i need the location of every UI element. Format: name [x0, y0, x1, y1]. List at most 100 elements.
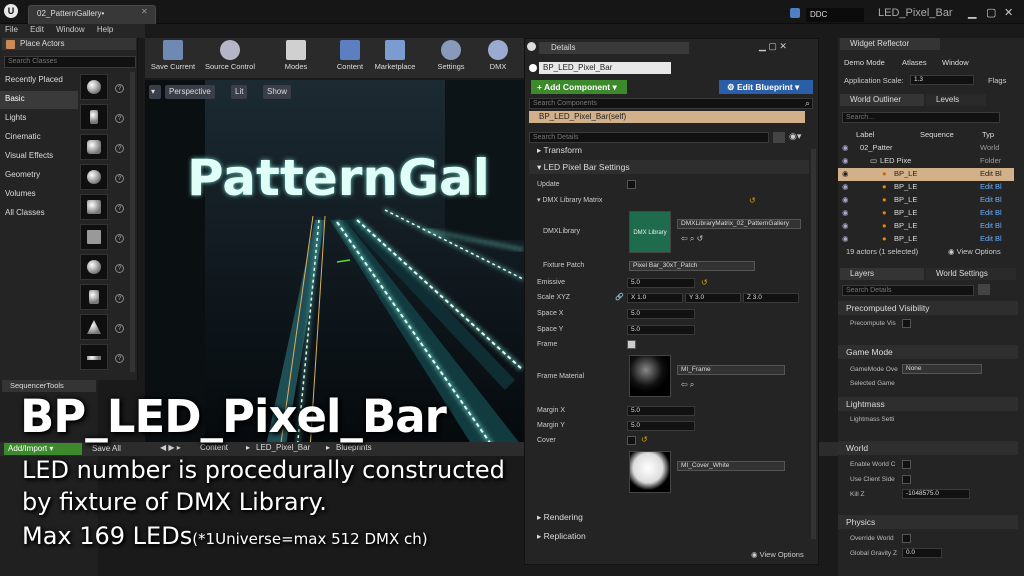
breadcrumb-content[interactable]: Content — [200, 443, 228, 452]
space-x-field[interactable]: 5.0 — [627, 309, 695, 319]
dmx-button[interactable]: DMX — [483, 40, 513, 76]
settings-button[interactable]: Settings — [431, 40, 471, 76]
use-client-side-checkbox[interactable] — [902, 475, 911, 484]
help-icon[interactable]: ? — [115, 174, 124, 183]
browse-icon[interactable]: ⇦ ⌕ — [681, 380, 694, 390]
help-icon[interactable]: ? — [115, 264, 124, 273]
scrollbar[interactable] — [811, 149, 816, 539]
col-label[interactable]: Label — [856, 130, 874, 139]
frame-material-thumbnail[interactable] — [629, 355, 671, 397]
override-world-checkbox[interactable] — [902, 534, 911, 543]
cover-checkbox[interactable] — [627, 436, 636, 445]
game-mode-section[interactable]: Game Mode — [838, 345, 1018, 359]
details-tab[interactable]: Details — [539, 42, 689, 54]
frame-checkbox[interactable] — [627, 340, 636, 349]
cover-material-picker[interactable]: MI_Cover_White — [677, 461, 785, 471]
category-basic[interactable]: Basic — [0, 91, 78, 109]
asset-thumbnail[interactable] — [80, 284, 108, 310]
save-all-button[interactable]: Save All — [88, 443, 138, 455]
viewport-options-icon[interactable]: ▾ — [149, 85, 161, 99]
emissive-field[interactable]: 5.0 — [627, 278, 695, 288]
edit-blueprint-button[interactable]: ⚙ Edit Blueprint ▾ — [719, 80, 813, 94]
self-component-row[interactable]: BP_LED_Pixel_Bar(self) — [529, 111, 805, 123]
add-component-button[interactable]: + Add Component ▾ — [531, 80, 627, 94]
outliner-row[interactable]: ◉ ▭ LED Pixe Folder — [838, 155, 1014, 168]
window-button[interactable]: Window — [942, 58, 969, 67]
category-all-classes[interactable]: All Classes — [0, 205, 78, 223]
back-forward-icon[interactable]: ◀ ▶ ▸ — [160, 443, 181, 452]
close-tab-icon[interactable]: ✕ — [141, 7, 148, 16]
precomputed-visibility-section[interactable]: Precomputed Visibility — [838, 301, 1018, 315]
grid-view-icon[interactable] — [978, 284, 990, 295]
asset-thumbnail[interactable] — [80, 254, 108, 280]
view-options-button[interactable]: ◉ View Options — [751, 550, 804, 559]
help-icon[interactable]: ? — [115, 204, 124, 213]
outliner-row[interactable]: ◉ 02_Patter World — [838, 142, 1014, 155]
outliner-row[interactable]: ◉ ● BP_LE Edit Bl — [838, 181, 1014, 194]
help-icon[interactable]: ? — [115, 354, 124, 363]
outliner-row[interactable]: ◉ ● BP_LE Edit Bl — [838, 207, 1014, 220]
modes-button[interactable]: Modes — [273, 40, 319, 76]
replication-section[interactable]: ▸ Replication — [529, 529, 809, 543]
world-settings-tab[interactable]: World Settings — [926, 268, 1016, 280]
source-control-button[interactable]: Source Control — [201, 40, 259, 76]
fixture-patch-dropdown[interactable]: Pixel Bar_30xT_Patch — [629, 261, 755, 271]
ddc-indicator[interactable]: DDC — [806, 8, 864, 22]
world-section[interactable]: World — [838, 441, 1018, 455]
dmx-library-picker[interactable]: DMXLibraryMatrix_02_PatternGallery — [677, 219, 801, 229]
global-gravity-field[interactable]: 0.0 — [902, 548, 942, 558]
breadcrumb-blueprints[interactable]: Blueprints — [336, 443, 372, 452]
browse-icon[interactable]: ⇦ ⌕ ↺ — [681, 234, 703, 244]
help-icon[interactable]: ? — [115, 324, 124, 333]
precompute-vis-checkbox[interactable] — [902, 319, 911, 328]
dmx-library-thumbnail[interactable]: DMX Library — [629, 211, 671, 253]
lightmass-section[interactable]: Lightmass — [838, 397, 1018, 411]
lock-icon[interactable]: 🔗 — [615, 293, 624, 301]
outliner-row[interactable]: ◉ ● BP_LE Edit Bl — [838, 233, 1014, 246]
frame-material-picker[interactable]: MI_Frame — [677, 365, 785, 375]
asset-thumbnail[interactable] — [80, 344, 108, 370]
asset-thumbnail[interactable] — [80, 224, 108, 250]
scale-z-field[interactable]: Z 3.0 — [743, 293, 799, 303]
cover-material-thumbnail[interactable] — [629, 451, 671, 493]
demo-mode-button[interactable]: Demo Mode — [844, 58, 885, 67]
marketplace-button[interactable]: Marketplace — [369, 40, 421, 76]
atlases-button[interactable]: Atlases — [902, 58, 927, 67]
col-sequence[interactable]: Sequence — [920, 130, 954, 139]
grid-view-icon[interactable] — [773, 132, 785, 143]
asset-thumbnail[interactable] — [80, 74, 108, 100]
menu-help[interactable]: Help — [92, 24, 118, 35]
show-button[interactable]: Show — [263, 85, 292, 99]
enable-world-checkbox[interactable] — [902, 460, 911, 469]
space-y-field[interactable]: 5.0 — [627, 325, 695, 335]
minimize-icon[interactable]: ▁ — [968, 6, 976, 19]
category-visual-effects[interactable]: Visual Effects — [0, 148, 78, 166]
asset-thumbnail[interactable] — [80, 314, 108, 340]
place-actors-title[interactable]: Place Actors — [2, 38, 136, 50]
rendering-section[interactable]: ▸ Rendering — [529, 510, 809, 524]
help-icon[interactable]: ? — [115, 294, 124, 303]
eye-icon[interactable]: ◉▾ — [789, 131, 801, 142]
save-current-button[interactable]: Save Current — [147, 40, 199, 76]
level-tab[interactable]: 02_PatternGallery• — [28, 5, 156, 24]
margin-y-field[interactable]: 5.0 — [627, 421, 695, 431]
help-icon[interactable]: ? — [115, 144, 124, 153]
scale-y-field[interactable]: Y 3.0 — [685, 293, 741, 303]
category-lights[interactable]: Lights — [0, 110, 78, 128]
kill-z-field[interactable]: -1048575.0 — [902, 489, 970, 499]
maximize-icon[interactable]: ▢ — [986, 6, 996, 19]
menu-window[interactable]: Window — [51, 24, 89, 35]
menu-edit[interactable]: Edit — [25, 24, 49, 35]
led-pixel-bar-settings-section[interactable]: ▾ LED Pixel Bar Settings — [529, 160, 809, 174]
world-outliner-tab[interactable]: World Outliner — [840, 94, 924, 106]
app-scale-field[interactable]: 1.3 — [910, 75, 974, 85]
scale-x-field[interactable]: X 1.0 — [627, 293, 683, 303]
breadcrumb-led-pixel-bar[interactable]: LED_Pixel_Bar — [256, 443, 310, 452]
gamemode-dropdown[interactable]: None — [902, 364, 982, 374]
category-geometry[interactable]: Geometry — [0, 167, 78, 185]
category-cinematic[interactable]: Cinematic — [0, 129, 78, 147]
reset-icon[interactable]: ↺ — [749, 196, 756, 205]
help-icon[interactable]: ? — [115, 84, 124, 93]
asset-thumbnail[interactable] — [80, 164, 108, 190]
close-window-icon[interactable]: ✕ — [1004, 6, 1013, 19]
